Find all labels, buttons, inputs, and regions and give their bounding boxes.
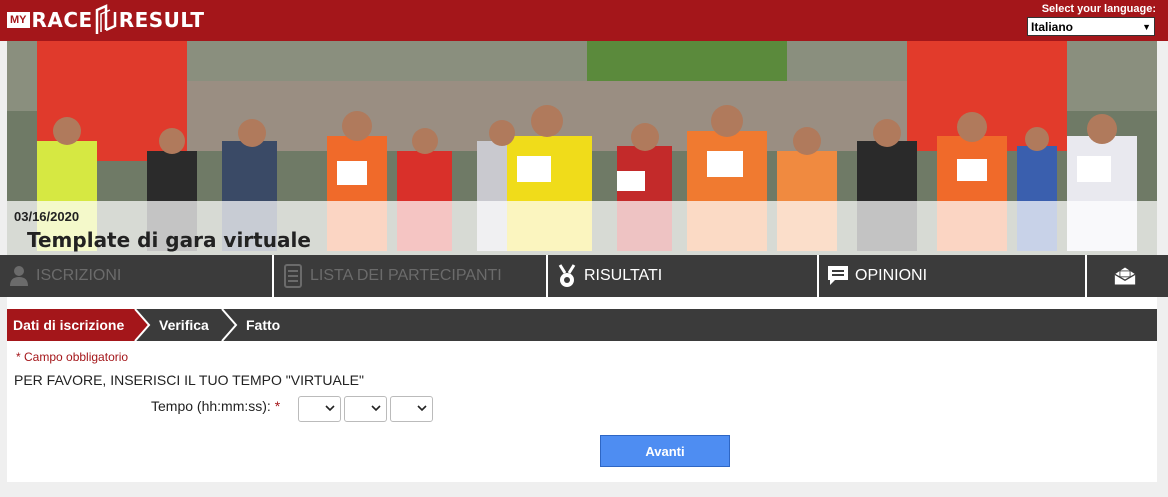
- main-nav: ISCRIZIONI LISTA DEI PARTECIPANTI RISULT…: [0, 255, 1168, 297]
- time-required-star: *: [274, 398, 281, 414]
- time-label-text: Tempo (hh:mm:ss):: [151, 398, 271, 414]
- nav-label-lista-partecipanti: LISTA DEI PARTECIPANTI: [310, 267, 502, 284]
- language-label: Select your language:: [1041, 3, 1156, 15]
- nav-label-iscrizioni: ISCRIZIONI: [36, 267, 122, 284]
- time-field-label: Tempo (hh:mm:ss): *: [151, 398, 280, 414]
- comment-icon: [827, 264, 849, 288]
- step-progress: Dati di iscrizione Verifica Fatto: [7, 309, 1157, 341]
- list-icon: [282, 264, 304, 288]
- logo-race-text: RACE: [31, 8, 93, 32]
- hours-select[interactable]: [298, 396, 341, 422]
- chevron-down-icon: [325, 405, 335, 412]
- nav-item-opinioni[interactable]: OPINIONI: [819, 255, 1087, 297]
- virtual-time-instruction: PER FAVORE, INSERISCI IL TUO TEMPO "VIRT…: [14, 372, 364, 388]
- nav-label-opinioni: OPINIONI: [855, 267, 928, 284]
- required-note: * Campo obbligatorio: [16, 350, 128, 364]
- registration-panel: Dati di iscrizione Verifica Fatto * Camp…: [7, 297, 1157, 482]
- seconds-select[interactable]: [390, 396, 433, 422]
- nav-item-iscrizioni[interactable]: ISCRIZIONI: [0, 255, 274, 297]
- language-selected-value: Italiano: [1031, 19, 1074, 34]
- logo-result-text: RESULT: [118, 8, 205, 32]
- top-bar: MY RACE RESULT Select your language: Ita…: [0, 0, 1168, 41]
- medal-icon: [556, 264, 578, 288]
- required-note-text: Campo obbligatorio: [24, 350, 129, 364]
- myraceresult-logo[interactable]: MY RACE RESULT: [7, 4, 205, 36]
- logo-my-text: MY: [7, 12, 30, 28]
- person-icon: [8, 264, 30, 288]
- nav-item-lista-partecipanti[interactable]: LISTA DEI PARTECIPANTI: [274, 255, 548, 297]
- required-star: *: [16, 350, 21, 364]
- nav-label-risultati: RISULTATI: [584, 267, 663, 284]
- chevron-down-icon: ▼: [1142, 21, 1151, 32]
- step-fatto: Fatto: [246, 317, 281, 333]
- step-dati-iscrizione: Dati di iscrizione: [13, 317, 125, 333]
- nav-item-risultati[interactable]: RISULTATI: [548, 255, 819, 297]
- step-verifica: Verifica: [159, 317, 209, 333]
- event-title: Template di gara virtuale: [27, 228, 311, 252]
- banner-caption: 03/16/2020 Template di gara virtuale: [7, 201, 1157, 255]
- nav-item-contact[interactable]: [1087, 255, 1168, 297]
- avanti-button[interactable]: Avanti: [600, 435, 730, 467]
- event-banner: 03/16/2020 Template di gara virtuale: [7, 41, 1157, 255]
- logo-mark-icon: [95, 4, 116, 34]
- chevron-down-icon: [371, 405, 381, 412]
- event-date: 03/16/2020: [14, 209, 80, 224]
- chevron-down-icon: [417, 405, 427, 412]
- minutes-select[interactable]: [344, 396, 387, 422]
- mail-icon: [1114, 264, 1136, 288]
- language-select[interactable]: Italiano ▼: [1027, 17, 1155, 36]
